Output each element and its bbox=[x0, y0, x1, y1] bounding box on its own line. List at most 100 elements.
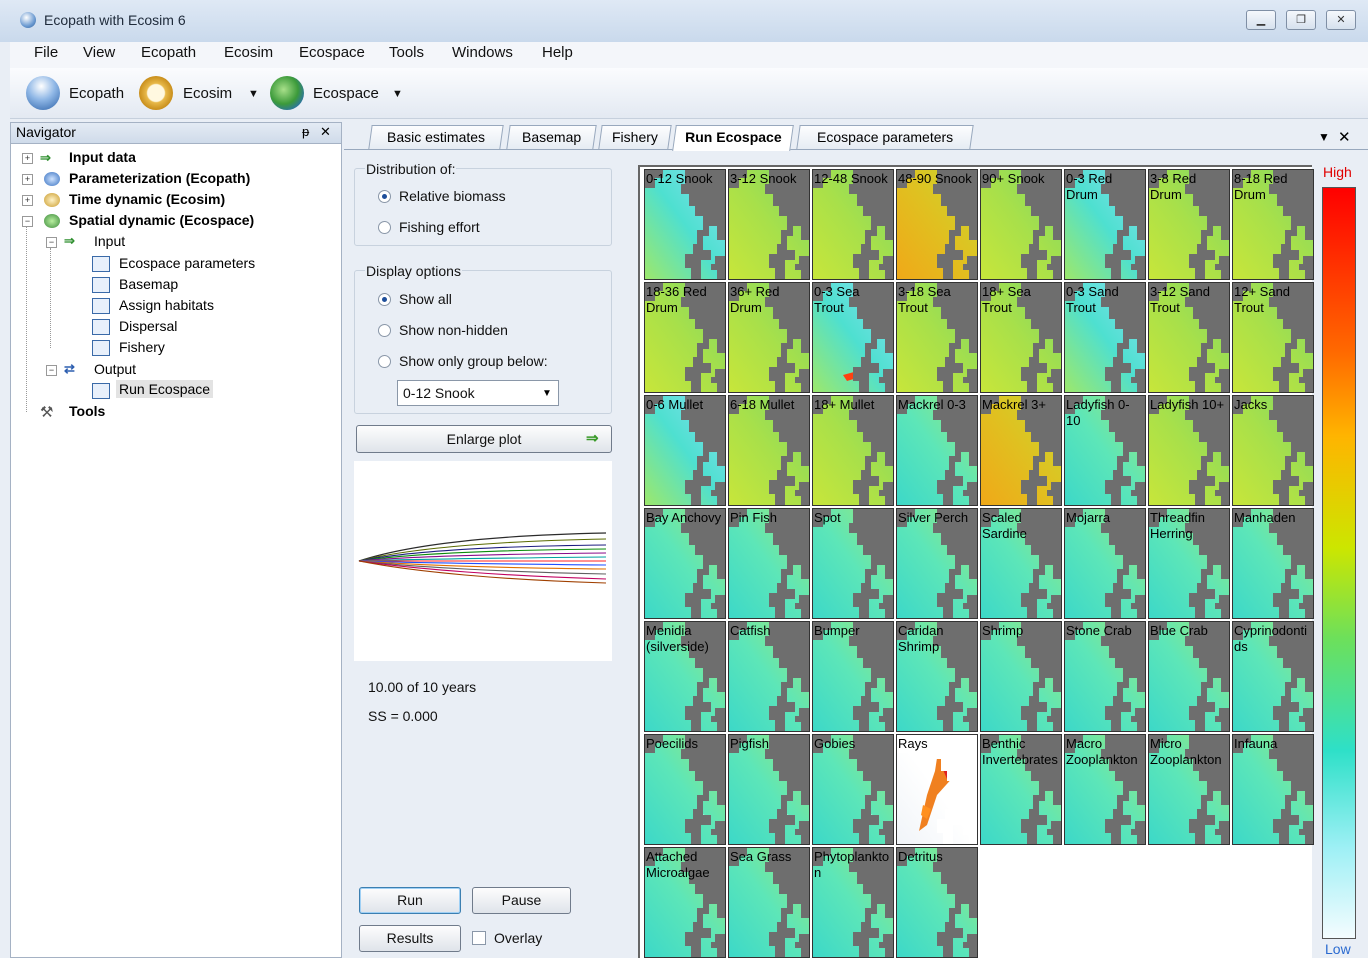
map-cell[interactable]: Phytoplankton bbox=[812, 847, 894, 958]
menu-file[interactable]: File bbox=[34, 44, 58, 61]
map-cell[interactable]: 8-18 Red Drum bbox=[1232, 169, 1314, 280]
map-cell[interactable]: 12+ Sand Trout bbox=[1232, 282, 1314, 393]
map-cell[interactable]: Scaled Sardine bbox=[980, 508, 1062, 619]
map-cell[interactable]: Pin Fish bbox=[728, 508, 810, 619]
map-cell[interactable]: Pigfish bbox=[728, 734, 810, 845]
map-cell[interactable]: Mackrel 0-3 bbox=[896, 395, 978, 506]
map-cell[interactable]: 18+ Mullet bbox=[812, 395, 894, 506]
map-cell[interactable]: Catfish bbox=[728, 621, 810, 732]
collapse-icon[interactable]: − bbox=[22, 216, 33, 227]
map-cell[interactable]: Mojarra bbox=[1064, 508, 1146, 619]
map-cell[interactable]: Micro Zooplankton bbox=[1148, 734, 1230, 845]
map-cell[interactable]: Jacks bbox=[1232, 395, 1314, 506]
nav-run-ecospace[interactable]: Run Ecospace bbox=[116, 380, 214, 398]
map-cell[interactable]: Detritus bbox=[896, 847, 978, 958]
map-cell[interactable]: 48-90 Snook bbox=[896, 169, 978, 280]
map-cell[interactable]: Macro Zooplankton bbox=[1064, 734, 1146, 845]
restore-button[interactable]: ❐ bbox=[1286, 10, 1316, 30]
map-cell[interactable]: Silver Perch bbox=[896, 508, 978, 619]
map-cell[interactable]: Manhaden bbox=[1232, 508, 1314, 619]
menu-ecosim[interactable]: Ecosim bbox=[224, 44, 273, 61]
overlay-label[interactable]: Overlay bbox=[494, 930, 542, 946]
nav-ecospace-parameters[interactable]: Ecospace parameters bbox=[119, 255, 255, 271]
results-button[interactable]: Results bbox=[359, 925, 461, 952]
map-cell[interactable]: Mackrel 3+ bbox=[980, 395, 1062, 506]
map-cell[interactable]: 3-12 Snook bbox=[728, 169, 810, 280]
map-cell[interactable]: 0-3 Sea Trout bbox=[812, 282, 894, 393]
toolbar-ecospace[interactable]: Ecospace bbox=[313, 85, 379, 102]
map-cell[interactable]: Caridan Shrimp bbox=[896, 621, 978, 732]
tab-fishery[interactable]: Fishery bbox=[598, 125, 672, 149]
toolbar-ecosim[interactable]: Ecosim bbox=[183, 85, 232, 102]
nav-fishery[interactable]: Fishery bbox=[119, 339, 165, 355]
map-cell[interactable]: 18-36 Red Drum bbox=[644, 282, 726, 393]
relative-biomass-label[interactable]: Relative biomass bbox=[399, 188, 506, 204]
map-cell[interactable]: Bumper bbox=[812, 621, 894, 732]
tab-basemap[interactable]: Basemap bbox=[506, 125, 597, 149]
collapse-icon[interactable]: − bbox=[46, 365, 57, 376]
map-cell[interactable]: 90+ Snook bbox=[980, 169, 1062, 280]
show-non-hidden-label[interactable]: Show non-hidden bbox=[399, 322, 508, 338]
overlay-checkbox[interactable] bbox=[472, 931, 486, 945]
expand-icon[interactable]: + bbox=[22, 174, 33, 185]
map-cell[interactable]: 18+ Sea Trout bbox=[980, 282, 1062, 393]
show-all-radio[interactable] bbox=[378, 293, 391, 306]
menu-ecopath[interactable]: Ecopath bbox=[141, 44, 196, 61]
map-cell[interactable]: Poecilids bbox=[644, 734, 726, 845]
map-cell[interactable]: Sea Grass bbox=[728, 847, 810, 958]
map-cell[interactable]: Stone Crab bbox=[1064, 621, 1146, 732]
map-cell[interactable]: Rays bbox=[896, 734, 978, 845]
menu-ecospace[interactable]: Ecospace bbox=[299, 44, 365, 61]
close-button[interactable]: ✕ bbox=[1326, 10, 1356, 30]
map-cell[interactable]: 0-3 Sand Trout bbox=[1064, 282, 1146, 393]
nav-input-data[interactable]: Input data bbox=[69, 149, 136, 165]
expand-icon[interactable]: + bbox=[22, 195, 33, 206]
ecosim-dropdown-icon[interactable]: ▼ bbox=[248, 88, 259, 100]
nav-assign-habitats[interactable]: Assign habitats bbox=[119, 297, 214, 313]
tab-ecospace-parameters[interactable]: Ecospace parameters bbox=[796, 125, 974, 149]
map-cell[interactable]: 3-12 Sand Trout bbox=[1148, 282, 1230, 393]
show-all-label[interactable]: Show all bbox=[399, 291, 452, 307]
map-cell[interactable]: 36+ Red Drum bbox=[728, 282, 810, 393]
chevron-down-icon[interactable]: ▼ bbox=[542, 388, 552, 399]
navigator-close-icon[interactable]: ✕ bbox=[320, 124, 331, 140]
nav-basemap[interactable]: Basemap bbox=[119, 276, 178, 292]
globe-icon[interactable] bbox=[270, 76, 304, 110]
show-non-hidden-radio[interactable] bbox=[378, 324, 391, 337]
show-only-group-radio[interactable] bbox=[378, 355, 391, 368]
map-cell[interactable]: Menidia (silverside) bbox=[644, 621, 726, 732]
pause-button[interactable]: Pause bbox=[472, 887, 571, 914]
relative-biomass-radio[interactable] bbox=[378, 190, 391, 203]
nav-tools[interactable]: Tools bbox=[69, 403, 105, 419]
map-cell[interactable]: 3-18 Sea Trout bbox=[896, 282, 978, 393]
map-cell[interactable]: 12-48 Snook bbox=[812, 169, 894, 280]
menu-help[interactable]: Help bbox=[542, 44, 573, 61]
map-cell[interactable]: Gobies bbox=[812, 734, 894, 845]
show-only-group-label[interactable]: Show only group below: bbox=[399, 353, 548, 369]
tab-list-icon[interactable]: ▼ bbox=[1318, 130, 1330, 144]
map-cell[interactable]: Benthic Invertebrates bbox=[980, 734, 1062, 845]
collapse-icon[interactable]: − bbox=[46, 237, 57, 248]
toolbar-ecopath[interactable]: Ecopath bbox=[69, 85, 124, 102]
fishing-effort-label[interactable]: Fishing effort bbox=[399, 219, 480, 235]
map-cell[interactable]: Cyprinodontids bbox=[1232, 621, 1314, 732]
map-cell[interactable]: Threadfin Herring bbox=[1148, 508, 1230, 619]
map-cell[interactable]: Blue Crab bbox=[1148, 621, 1230, 732]
map-cell[interactable]: Ladyfish 10+ bbox=[1148, 395, 1230, 506]
menu-view[interactable]: View bbox=[83, 44, 115, 61]
map-cell[interactable]: Bay Anchovy bbox=[644, 508, 726, 619]
tab-basic-estimates[interactable]: Basic estimates bbox=[368, 125, 504, 149]
clock-icon[interactable] bbox=[139, 76, 173, 110]
nav-spatial-dynamic[interactable]: Spatial dynamic (Ecospace) bbox=[69, 212, 254, 228]
map-cell[interactable]: Attached Microalgae bbox=[644, 847, 726, 958]
enlarge-plot-button[interactable]: Enlarge plot bbox=[356, 425, 612, 453]
nav-parameterization[interactable]: Parameterization (Ecopath) bbox=[69, 170, 250, 186]
map-cell[interactable]: 0-12 Snook bbox=[644, 169, 726, 280]
pin-icon[interactable]: ᵽ bbox=[302, 124, 309, 139]
map-cell[interactable]: Shrimp bbox=[980, 621, 1062, 732]
nav-output[interactable]: Output bbox=[94, 361, 136, 377]
menu-tools[interactable]: Tools bbox=[389, 44, 424, 61]
minimize-button[interactable]: ▁ bbox=[1246, 10, 1276, 30]
menu-windows[interactable]: Windows bbox=[452, 44, 513, 61]
expand-icon[interactable]: + bbox=[22, 153, 33, 164]
